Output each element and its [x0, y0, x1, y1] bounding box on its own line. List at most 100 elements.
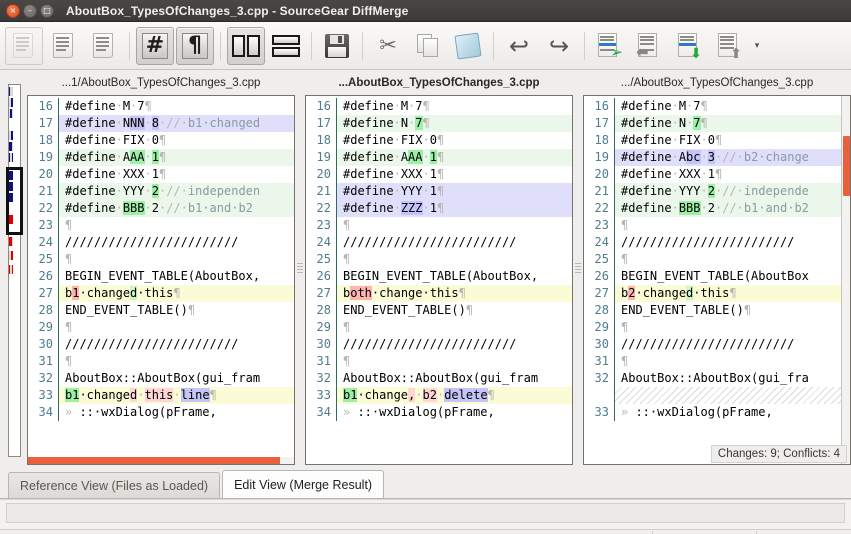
toolbar-overflow-button[interactable]: ▾	[750, 27, 764, 65]
code-line[interactable]: 18 #define·FIX·0¶	[306, 132, 572, 149]
code-line[interactable]: 31 ¶	[584, 353, 850, 370]
code-line[interactable]: 28 END_EVENT_TABLE()¶	[584, 302, 850, 319]
code-line[interactable]: 27 b1·changed·this¶	[28, 285, 294, 302]
status-encoding[interactable]: ISO-8859-1	[755, 530, 830, 534]
code-line[interactable]: 25 ¶	[306, 251, 572, 268]
stacked-view-button[interactable]	[267, 27, 305, 65]
take-right-change-button[interactable]: ⬅	[631, 27, 669, 65]
code-line[interactable]: 27 both·change·this¶	[306, 285, 572, 302]
code-line[interactable]: 23 ¶	[306, 217, 572, 234]
maximize-window-button[interactable]: □	[40, 3, 54, 18]
code-line[interactable]: 17 #define·N·7¶	[306, 115, 572, 132]
redo-button[interactable]: ↪	[540, 27, 578, 65]
code-line[interactable]: 19 #define·AAA·1¶	[28, 149, 294, 166]
code-line[interactable]: 29 ¶	[28, 319, 294, 336]
code-line[interactable]: 17 #define·N·7¶	[584, 115, 850, 132]
code-line[interactable]: 30 ////////////////////////	[28, 336, 294, 353]
code-line[interactable]: 20 #define·XXX·1¶	[28, 166, 294, 183]
code-line[interactable]: 27 b2·changed·this¶	[584, 285, 850, 302]
code-line[interactable]: 31 ¶	[306, 353, 572, 370]
pane-left-header[interactable]: ...1/AboutBox_TypesOfChanges_3.cpp	[27, 70, 295, 95]
code-line[interactable]: 30 ////////////////////////	[306, 336, 572, 353]
code-line[interactable]: 25 ¶	[28, 251, 294, 268]
divider-grip-icon[interactable]	[297, 262, 303, 273]
close-window-button[interactable]: ×	[6, 3, 20, 18]
code-line[interactable]: 17 #define·NNN·8·//·b1·changed	[28, 115, 294, 132]
code-line[interactable]: 21 #define·YYY·2·//·independen	[28, 183, 294, 200]
line-text: ¶	[614, 251, 850, 268]
diff-overview-map[interactable]	[6, 84, 23, 457]
code-line[interactable]: 24 ////////////////////////	[306, 234, 572, 251]
code-line[interactable]: 32 AboutBox::AboutBox(gui_fram	[28, 370, 294, 387]
code-line[interactable]: 29 ¶	[584, 319, 850, 336]
code-line[interactable]: 26 BEGIN_EVENT_TABLE(AboutBox,	[28, 268, 294, 285]
code-line[interactable]: 31 ¶	[28, 353, 294, 370]
code-line[interactable]: 33 » ::·wxDialog(pFrame,	[584, 404, 850, 421]
code-line[interactable]: 23 ¶	[28, 217, 294, 234]
take-left-change-button[interactable]: ➢	[591, 27, 629, 65]
code-line[interactable]: 29 ¶	[306, 319, 572, 336]
code-line[interactable]: 19 #define·AAA·1¶	[306, 149, 572, 166]
tab-edit-view[interactable]: Edit View (Merge Result)	[222, 470, 385, 498]
open-right-file-button[interactable]	[85, 27, 123, 65]
code-line[interactable]: 16 #define·M·7¶	[584, 98, 850, 115]
code-line[interactable]: 32 AboutBox::AboutBox(gui_fra	[584, 370, 850, 387]
line-text: END_EVENT_TABLE()¶	[614, 302, 850, 319]
code-token: ·	[671, 99, 679, 113]
code-line[interactable]: 28 END_EVENT_TABLE()¶	[28, 302, 294, 319]
show-whitespace-button[interactable]: ¶	[176, 26, 214, 65]
minimize-window-button[interactable]: –	[23, 3, 37, 18]
code-line[interactable]: 23 ¶	[584, 217, 850, 234]
scrollbar-thumb[interactable]	[28, 457, 280, 464]
code-line[interactable]: 21 #define·YYY·1¶	[306, 183, 572, 200]
code-line[interactable]: 18 #define·FIX·0¶	[584, 132, 850, 149]
code-line[interactable]	[584, 387, 850, 404]
side-by-side-view-button[interactable]	[227, 26, 265, 65]
pane-center-body[interactable]: 16 #define·M·7¶ 17 #define·N·7¶ 18 #define·FI…	[305, 95, 573, 465]
code-line[interactable]: 20 #define·XXX·1¶	[584, 166, 850, 183]
pane-divider-1[interactable]	[573, 70, 583, 465]
code-line[interactable]: 18 #define·FIX·0¶	[28, 132, 294, 149]
pane-right-header[interactable]: .../AboutBox_TypesOfChanges_3.cpp	[583, 70, 851, 95]
code-line[interactable]: 24 ////////////////////////	[584, 234, 850, 251]
code-line[interactable]: 30 ////////////////////////	[584, 336, 850, 353]
code-line[interactable]: 33 b1·changed·this·line¶	[28, 387, 294, 404]
pane-divider-0[interactable]	[295, 70, 305, 465]
cut-button[interactable]: ✂	[369, 27, 407, 65]
code-line[interactable]: 34 » ::·wxDialog(pFrame,	[306, 404, 572, 421]
undo-button[interactable]: ↩	[500, 27, 538, 65]
pane-center-header[interactable]: ...AboutBox_TypesOfChanges_3.cpp	[305, 70, 573, 95]
save-button[interactable]	[318, 27, 356, 65]
code-line[interactable]: 28 END_EVENT_TABLE()¶	[306, 302, 572, 319]
code-line[interactable]: 22 #define·ZZZ·1¶	[306, 200, 572, 217]
take-change-up-button[interactable]: ⬆	[711, 27, 749, 65]
code-line[interactable]: 22 #define·BBB·2·//·b1·and·b2	[584, 200, 850, 217]
code-line[interactable]: 34 » ::·wxDialog(pFrame,	[28, 404, 294, 421]
code-line[interactable]: 26 BEGIN_EVENT_TABLE(AboutBox,	[306, 268, 572, 285]
tab-reference-view[interactable]: Reference View (Files as Loaded)	[8, 472, 221, 498]
take-change-down-button[interactable]: ⬇	[671, 27, 709, 65]
code-line[interactable]: 26 BEGIN_EVENT_TABLE(AboutBox	[584, 268, 850, 285]
code-line[interactable]: 25 ¶	[584, 251, 850, 268]
code-line[interactable]: 24 ////////////////////////	[28, 234, 294, 251]
code-line[interactable]: 16 #define·M·7¶	[306, 98, 572, 115]
code-line[interactable]: 16 #define·M·7¶	[28, 98, 294, 115]
open-left-file-button[interactable]	[5, 26, 43, 65]
code-line[interactable]: 21 #define·YYY·2·//·independe	[584, 183, 850, 200]
code-line[interactable]: 32 AboutBox::AboutBox(gui_fram	[306, 370, 572, 387]
show-line-numbers-button[interactable]: #	[136, 26, 174, 65]
pane-left-horizontal-scrollbar[interactable]	[28, 457, 294, 464]
copy-button[interactable]	[409, 27, 447, 65]
code-line[interactable]: 22 #define·BBB·2·//·b1·and·b2	[28, 200, 294, 217]
pane-left-body[interactable]: 16 #define·M·7¶ 17 #define·NNN·8·//·b1·chan…	[27, 95, 295, 465]
divider-grip-icon[interactable]	[575, 262, 581, 273]
code-line[interactable]: 19 #define·Abc·3·//·b2·change	[584, 149, 850, 166]
pane-right-vertical-scrollbar[interactable]	[841, 96, 850, 464]
paste-button[interactable]	[449, 27, 487, 65]
scrollbar-thumb[interactable]	[843, 136, 850, 196]
code-line[interactable]: 33 b1·change,·b2·delete¶	[306, 387, 572, 404]
pane-right-body[interactable]: 16 #define·M·7¶ 17 #define·N·7¶ 18 #define·FI…	[583, 95, 851, 465]
open-center-file-button[interactable]	[45, 27, 83, 65]
status-ruleset[interactable]: Ruleset: C/C++...	[652, 530, 755, 534]
code-line[interactable]: 20 #define·XXX·1¶	[306, 166, 572, 183]
